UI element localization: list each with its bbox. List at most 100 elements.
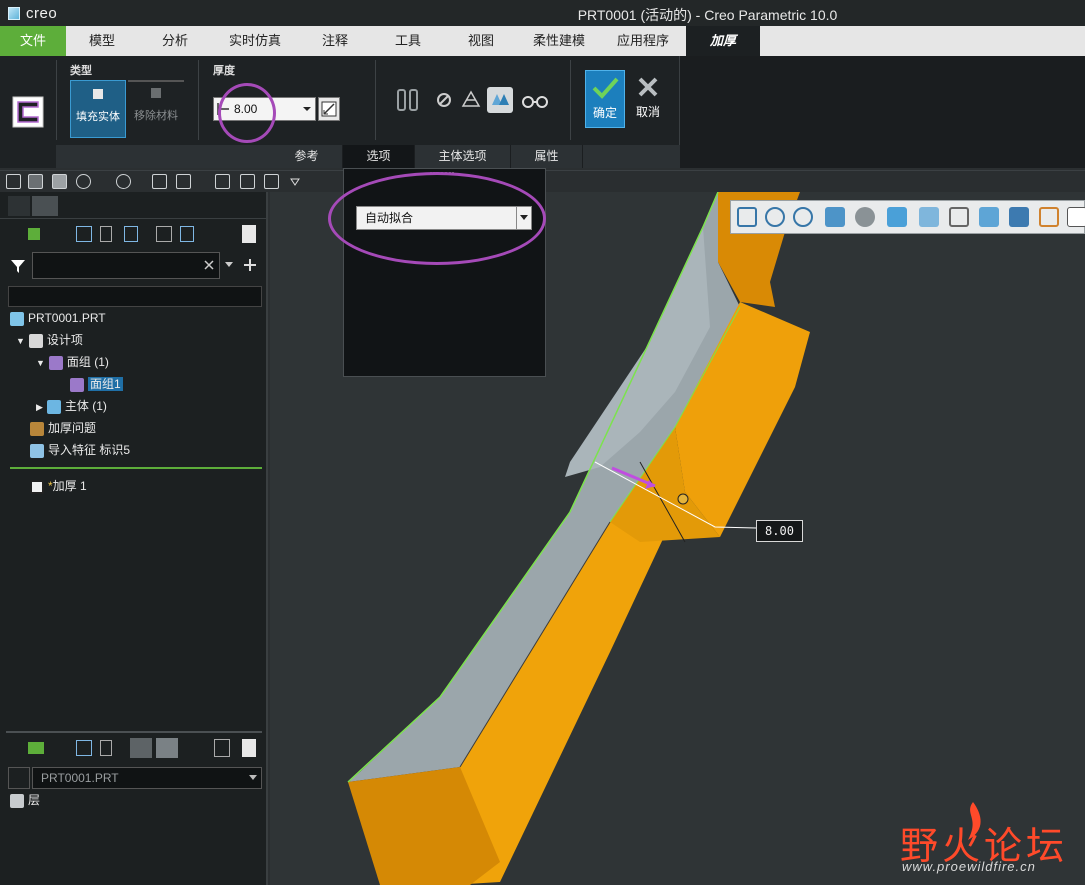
customize-icon[interactable] [264, 174, 279, 189]
menu-view[interactable]: 视图 [444, 26, 518, 56]
tree-header-bar [8, 286, 262, 307]
tree-item-thicken1[interactable]: *加厚 1 [30, 476, 87, 496]
watermark-url: www.proewildfire.cn [902, 859, 1036, 874]
model-tree-tab-icon[interactable] [8, 196, 30, 216]
open-icon[interactable] [28, 174, 43, 189]
tab-body-options[interactable]: 主体选项 [415, 145, 511, 168]
menu-file[interactable]: 文件 [0, 26, 66, 56]
pause-icon[interactable] [396, 88, 420, 112]
ribbon-separator [375, 60, 376, 140]
cancel-button[interactable]: 取消 [628, 70, 668, 128]
layer-settings-icon[interactable] [76, 740, 92, 756]
tree-item-thicken-problem[interactable]: 加厚问题 [30, 418, 96, 438]
feature-preview-button[interactable] [487, 87, 513, 113]
spin-center-icon[interactable] [1067, 207, 1085, 227]
tree-settings-icon[interactable] [76, 226, 92, 242]
chevron-down-icon[interactable] [302, 104, 312, 114]
show-icon[interactable] [28, 228, 40, 240]
annotation-display-icon[interactable] [1009, 207, 1029, 227]
layer-splitter[interactable] [6, 731, 262, 733]
type-group-label: 类型 [70, 65, 92, 77]
tree-search-input[interactable] [32, 252, 220, 279]
windows-icon[interactable] [176, 174, 191, 189]
layer-toggle-icon[interactable] [130, 738, 152, 758]
tab-references[interactable]: 参考 [271, 145, 343, 168]
zoom-out-icon[interactable] [793, 207, 813, 227]
new-icon[interactable] [6, 174, 21, 189]
tree-item-label: PRT0001.PRT [28, 311, 106, 325]
menu-annotate[interactable]: 注释 [298, 26, 372, 56]
tree-find-icon[interactable] [180, 226, 194, 242]
flip-direction-icon [321, 101, 337, 117]
ribbon-separator [570, 60, 571, 140]
saved-views-icon[interactable] [887, 207, 907, 227]
redo-icon[interactable] [116, 174, 131, 189]
expand-arrow-icon[interactable]: ▶ [36, 402, 43, 412]
options-icon[interactable] [240, 174, 255, 189]
chevron-down-icon[interactable] [224, 261, 234, 269]
select-arrow-icon[interactable] [8, 767, 30, 789]
tree-item-body[interactable]: ▶ 主体 (1) [36, 396, 107, 416]
menu-analysis[interactable]: 分析 [138, 26, 212, 56]
ribbon-separator [198, 60, 199, 140]
datum-display-icon[interactable] [1039, 207, 1059, 227]
tree-expand-icon[interactable] [156, 226, 172, 242]
menu-thicken[interactable]: 加厚 [686, 26, 760, 56]
tree-filter-settings-icon[interactable] [124, 226, 138, 242]
menu-live-simulation[interactable]: 实时仿真 [212, 26, 298, 56]
perspective-icon[interactable] [979, 207, 999, 227]
menu-model[interactable]: 模型 [66, 26, 138, 56]
tab-options[interactable]: 选项 [343, 145, 415, 168]
tree-item-import-feature[interactable]: 导入特征 标识5 [30, 440, 130, 460]
chevron-down-icon[interactable] [248, 774, 258, 782]
thickness-dimension-label[interactable]: 8.00 [756, 520, 803, 542]
remove-material-label: 移除材料 [134, 110, 178, 122]
csys-icon [30, 421, 44, 436]
folder-browser-tab-icon[interactable] [32, 196, 58, 216]
filter-icon[interactable] [10, 258, 26, 274]
thicken-icon [30, 479, 44, 494]
display-style-icon[interactable] [855, 207, 875, 227]
tab-properties[interactable]: 属性 [511, 145, 583, 168]
ok-button[interactable]: 确定 [585, 70, 625, 128]
tree-item-quilt1[interactable]: 面组1 [70, 374, 123, 394]
quilt-icon [70, 377, 84, 392]
save-icon[interactable] [52, 174, 67, 189]
clear-search-icon[interactable] [203, 259, 215, 271]
layer-toggle2-icon[interactable] [156, 738, 178, 758]
no-preview-icon[interactable] [434, 90, 454, 110]
layer-show-icon[interactable] [28, 742, 44, 754]
cancel-label: 取消 [635, 105, 660, 119]
expand-arrow-icon[interactable]: ▼ [16, 336, 25, 346]
section-icon[interactable] [949, 207, 969, 227]
menu-applications[interactable]: 应用程序 [600, 26, 686, 56]
tree-item-quilt-group[interactable]: ▼ 面组 (1) [36, 352, 109, 372]
tree-item-design-items[interactable]: ▼ 设计项 [16, 330, 83, 350]
remove-material-icon [151, 88, 161, 98]
named-views-icon[interactable] [919, 207, 939, 227]
menu-tools[interactable]: 工具 [372, 26, 444, 56]
tree-document-icon[interactable] [242, 225, 256, 243]
flip-direction-button[interactable] [318, 97, 340, 121]
geometry-preview-icon[interactable] [459, 88, 483, 112]
layer-props-icon[interactable] [214, 739, 230, 757]
layer-model-select[interactable]: PRT0001.PRT [32, 767, 262, 789]
verify-glasses-icon[interactable] [520, 88, 550, 112]
menu-flexible-modeling[interactable]: 柔性建模 [518, 26, 600, 56]
close-window-icon[interactable] [215, 174, 230, 189]
zoom-in-icon[interactable] [765, 207, 785, 227]
tree-columns-icon[interactable] [100, 226, 112, 242]
repaint-icon[interactable] [825, 207, 845, 227]
undo-icon[interactable] [76, 174, 91, 189]
layer-item[interactable]: 层 [10, 790, 40, 810]
add-filter-icon[interactable] [243, 258, 257, 272]
layer-document-icon[interactable] [242, 739, 256, 757]
fill-solid-button[interactable]: 填充实体 [70, 80, 126, 138]
layer-columns-icon[interactable] [100, 740, 112, 756]
regenerate-icon[interactable] [152, 174, 167, 189]
expand-arrow-icon[interactable]: ▼ [36, 358, 45, 368]
refit-icon[interactable] [737, 207, 757, 227]
toolbar-dropdown-icon[interactable] [290, 177, 300, 187]
remove-material-button[interactable]: 移除材料 [128, 80, 184, 138]
tree-item-part[interactable]: PRT0001.PRT [10, 308, 106, 328]
